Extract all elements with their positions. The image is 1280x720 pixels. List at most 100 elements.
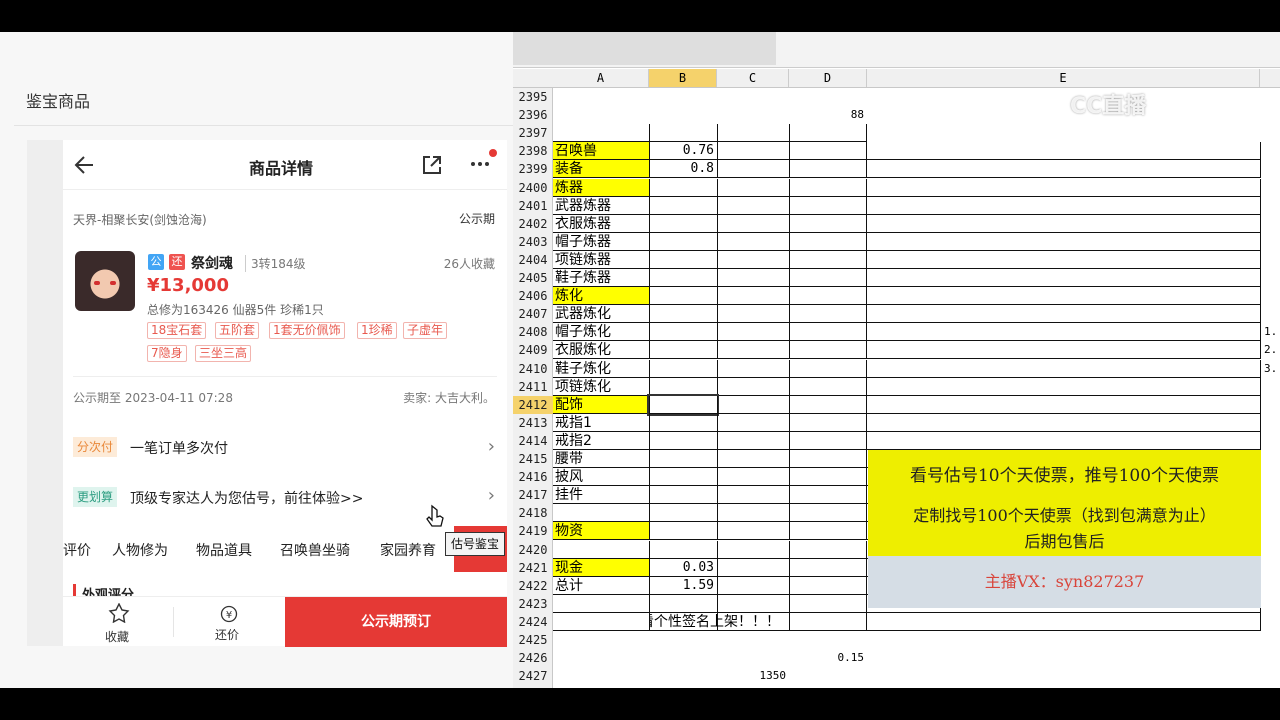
cell-a[interactable]: 帽子炼器: [553, 233, 649, 251]
row-number[interactable]: 2399: [513, 160, 553, 178]
cell-b[interactable]: [649, 359, 717, 378]
cell-b[interactable]: [649, 649, 717, 667]
cell-c[interactable]: [717, 214, 789, 233]
cell-c[interactable]: [717, 88, 789, 106]
cell-d[interactable]: [789, 558, 867, 577]
cell-a[interactable]: [553, 631, 649, 649]
cell-b[interactable]: [649, 522, 717, 541]
cell-c[interactable]: [717, 142, 789, 161]
tab-cultivation[interactable]: 人物修为: [112, 540, 168, 560]
cell-a[interactable]: [553, 649, 649, 667]
row-number[interactable]: 2418: [513, 504, 553, 522]
seller-name[interactable]: 卖家: 大吉大利。: [403, 389, 495, 406]
cell-c[interactable]: [717, 377, 789, 396]
cell-d[interactable]: [789, 468, 867, 487]
column-header[interactable]: A: [553, 69, 649, 87]
cell-e[interactable]: [867, 196, 1261, 215]
cell-b[interactable]: [649, 685, 717, 688]
cell-a[interactable]: [553, 613, 649, 631]
cell-e[interactable]: [867, 377, 1261, 396]
cell-d[interactable]: [789, 323, 867, 342]
cell-d[interactable]: [789, 359, 867, 378]
cell-a[interactable]: 腰带: [553, 450, 649, 469]
cell-c[interactable]: [717, 250, 789, 269]
cell-d[interactable]: [789, 413, 867, 432]
cell-c[interactable]: [717, 431, 789, 450]
favorite-button[interactable]: 收藏: [105, 628, 129, 645]
row-number[interactable]: 2411: [513, 378, 553, 396]
row-number[interactable]: 2410: [513, 360, 553, 378]
cell-d[interactable]: [789, 631, 867, 649]
cell-c[interactable]: [717, 468, 789, 487]
cell-e[interactable]: [867, 287, 1261, 306]
cell-c[interactable]: [717, 341, 789, 360]
cell-e[interactable]: [867, 178, 1261, 197]
cell-d[interactable]: [789, 124, 867, 143]
cell-a[interactable]: 武器炼器: [553, 197, 649, 215]
cell-d[interactable]: [789, 250, 867, 269]
cell-c[interactable]: [717, 522, 789, 541]
row-number[interactable]: 2415: [513, 450, 553, 468]
column-header[interactable]: D: [789, 69, 867, 87]
tab-items[interactable]: 物品道具: [196, 540, 252, 560]
cell-c[interactable]: [717, 287, 789, 306]
cell-a[interactable]: 衣服炼化: [553, 341, 649, 360]
row-number[interactable]: 2400: [513, 179, 553, 197]
cell-a[interactable]: 披风: [553, 468, 649, 487]
row-number[interactable]: 2424: [513, 613, 553, 631]
cell-d[interactable]: [789, 305, 867, 324]
cell-d[interactable]: [789, 576, 867, 595]
cell-b[interactable]: [649, 341, 717, 360]
row-number[interactable]: 2413: [513, 414, 553, 432]
cell-a[interactable]: 装备: [553, 160, 649, 179]
column-header[interactable]: E: [867, 69, 1260, 87]
row-number[interactable]: 2421: [513, 559, 553, 577]
cell-b[interactable]: 0.03: [649, 558, 717, 577]
row-number[interactable]: 2404: [513, 251, 553, 269]
cell-c[interactable]: [717, 413, 789, 432]
cell-b[interactable]: [649, 431, 717, 450]
cell-a[interactable]: 戒指2: [553, 432, 649, 450]
bargain-button[interactable]: 还价: [215, 626, 239, 643]
cell-d[interactable]: [789, 88, 867, 106]
cell-e[interactable]: [867, 612, 1261, 631]
cell-a[interactable]: 武器炼化: [553, 305, 649, 324]
row-number[interactable]: 2401: [513, 197, 553, 215]
cell-c[interactable]: [717, 196, 789, 215]
cell-c[interactable]: [717, 359, 789, 378]
cell-a[interactable]: [553, 106, 649, 124]
installment-row[interactable]: 分次付 一笔订单多次付 ›: [63, 428, 507, 466]
cell-a[interactable]: 炼器: [553, 178, 649, 197]
cell-d[interactable]: [789, 196, 867, 215]
cell-d[interactable]: [789, 685, 867, 688]
row-number[interactable]: 2395: [513, 88, 553, 106]
cell-e[interactable]: [867, 359, 1261, 378]
cell-e[interactable]: [867, 142, 1261, 161]
cell-e[interactable]: [867, 341, 1261, 360]
cell-b[interactable]: [649, 106, 717, 124]
row-number[interactable]: 2412: [513, 395, 553, 414]
cell-d[interactable]: 88: [789, 106, 867, 124]
cell-b[interactable]: [649, 540, 717, 559]
cell-c[interactable]: [717, 558, 789, 577]
cell-e[interactable]: [867, 160, 1261, 179]
cell-b[interactable]: [649, 486, 717, 505]
cell-a[interactable]: 衣服炼器: [553, 215, 649, 233]
row-number[interactable]: 2396: [513, 106, 553, 124]
cell-c[interactable]: [717, 106, 789, 124]
cell-c[interactable]: [717, 486, 789, 505]
reserve-button[interactable]: 公示期预订: [285, 597, 507, 647]
cell-c[interactable]: [717, 395, 789, 414]
cell-b[interactable]: [649, 269, 717, 288]
row-number[interactable]: 2426: [513, 649, 553, 667]
row-number[interactable]: 2428: [513, 685, 553, 688]
cell-b[interactable]: [649, 232, 717, 251]
row-number[interactable]: 2406: [513, 287, 553, 305]
cell-a[interactable]: 戒指1: [553, 414, 649, 432]
cell-a[interactable]: 炼化: [553, 287, 649, 306]
row-number[interactable]: 2425: [513, 631, 553, 649]
row-number[interactable]: 2419: [513, 522, 553, 540]
cell-a[interactable]: 项链炼器: [553, 251, 649, 269]
cell-b[interactable]: [649, 305, 717, 324]
cell-b[interactable]: [649, 178, 717, 197]
